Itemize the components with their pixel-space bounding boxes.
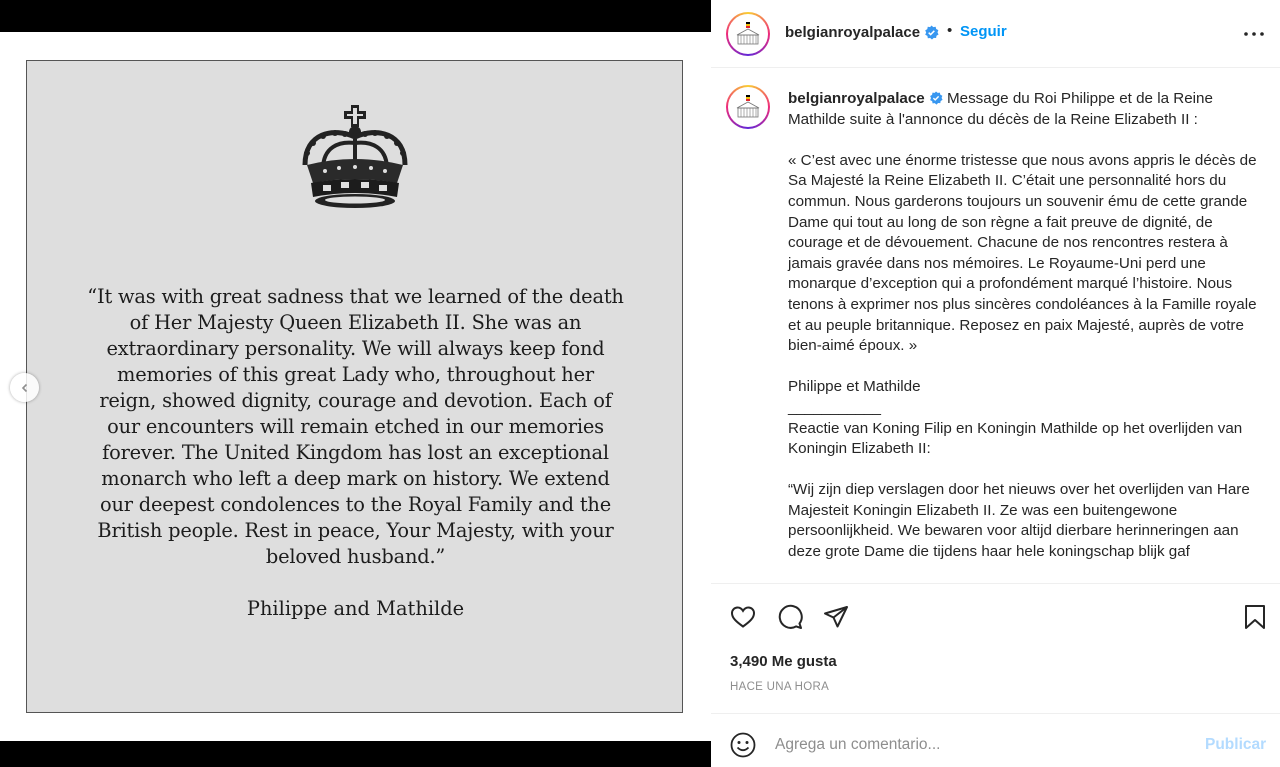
condolence-quote: “It was with great sadness that we learn… bbox=[87, 285, 624, 568]
action-bar: 3,490 Me gusta HACE UNA HORA bbox=[711, 583, 1280, 713]
caption-username[interactable]: belgianroyalpalace bbox=[788, 90, 925, 107]
post-side-panel: belgianroyalpalace • Seguir belgianroyal… bbox=[711, 0, 1280, 767]
publish-button[interactable]: Publicar bbox=[1205, 736, 1266, 754]
emoji-icon[interactable] bbox=[729, 731, 757, 759]
verified-badge-icon bbox=[929, 91, 943, 105]
more-options-icon[interactable] bbox=[1241, 22, 1267, 46]
heart-icon[interactable] bbox=[729, 603, 757, 631]
caption-text: Message du Roi Philippe et de la Reine M… bbox=[788, 90, 1257, 561]
post-header: belgianroyalpalace • Seguir bbox=[711, 0, 1280, 68]
comment-icon[interactable] bbox=[776, 603, 804, 631]
palace-logo-icon bbox=[736, 95, 760, 118]
comment-bar: Publicar bbox=[711, 713, 1280, 767]
chevron-left-icon bbox=[21, 383, 27, 392]
share-icon[interactable] bbox=[822, 603, 850, 631]
avatar[interactable] bbox=[726, 12, 770, 56]
verified-badge-icon bbox=[925, 25, 939, 40]
comment-input[interactable] bbox=[775, 731, 1185, 759]
caption-avatar[interactable] bbox=[726, 85, 770, 129]
post-timestamp[interactable]: HACE UNA HORA bbox=[730, 681, 829, 693]
condolence-card: “It was with great sadness that we learn… bbox=[26, 60, 683, 713]
post-caption: belgianroyalpalace Message du Roi Philip… bbox=[788, 89, 1263, 563]
carousel-prev-button[interactable] bbox=[10, 373, 39, 402]
bookmark-icon[interactable] bbox=[1241, 603, 1269, 631]
likes-count[interactable]: 3,490 Me gusta bbox=[730, 653, 837, 670]
palace-logo-icon bbox=[736, 22, 760, 45]
follow-button[interactable]: Seguir bbox=[960, 23, 1007, 40]
caption-area[interactable]: belgianroyalpalace Message du Roi Philip… bbox=[711, 69, 1280, 583]
header-separator: • bbox=[947, 22, 953, 39]
post-media: “It was with great sadness that we learn… bbox=[0, 32, 711, 741]
condolence-signature: Philippe and Mathilde bbox=[246, 597, 465, 620]
header-username[interactable]: belgianroyalpalace bbox=[785, 24, 920, 41]
crown-icon bbox=[302, 105, 408, 208]
